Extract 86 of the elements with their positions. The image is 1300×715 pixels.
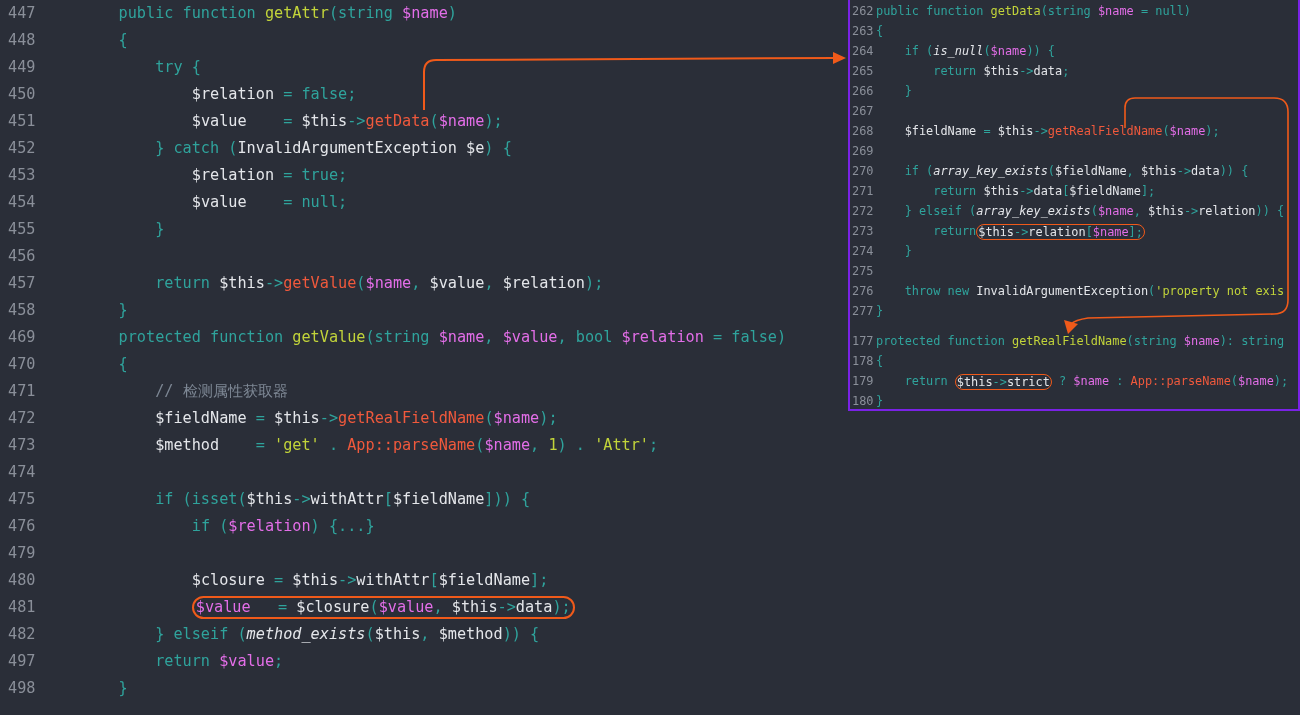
line-number: 275	[851, 263, 875, 281]
line-number: 482	[7, 624, 37, 646]
code-text: } elseif (method_exists($this, $method)) {	[155, 624, 540, 646]
line-number: 265	[851, 63, 875, 81]
code-text: // 检测属性获取器	[155, 381, 288, 403]
code-text: } elseif (array_key_exists($name, $this->relation)) {	[904, 203, 1285, 221]
code-text: protected function getValue(string $name, $value, bool $relation = false)	[118, 327, 787, 349]
code-text: return $this->data[$fieldName];	[933, 183, 1156, 201]
code-text: {	[876, 23, 884, 41]
line-number: 273	[851, 223, 875, 241]
line-number: 177	[851, 333, 875, 351]
line-number: 268	[851, 123, 875, 141]
code-text: $method = 'get' . App::parseName($name, 1) . 'Attr';	[155, 435, 659, 457]
line-number: 476	[7, 516, 37, 538]
line-number: 277	[851, 303, 875, 321]
line-number: 470	[7, 354, 37, 376]
code-text: if (is_null($name)) {	[904, 43, 1055, 61]
line-number: 178	[851, 353, 875, 371]
code-text: try {	[155, 57, 201, 79]
code-text: $closure = $this->withAttr[$fieldName];	[191, 570, 549, 592]
line-number: 449	[7, 57, 37, 79]
code-text: if (isset($this->withAttr[$fieldName])) {	[155, 489, 531, 511]
code-text: }	[904, 243, 912, 261]
line-number: 452	[7, 138, 37, 160]
line-number: 274	[851, 243, 875, 261]
code-text: }	[876, 393, 884, 409]
code-text: }	[155, 219, 165, 241]
line-number: 180	[851, 393, 875, 409]
line-number: 179	[851, 373, 875, 391]
code-text: if ($relation) {...}	[191, 516, 375, 538]
line-number: 497	[7, 651, 37, 673]
code-text: }	[118, 300, 128, 322]
line-number: 264	[851, 43, 875, 61]
line-number: 475	[7, 489, 37, 511]
line-number: 272	[851, 203, 875, 221]
code-text: return $this->getValue($name, $value, $relation);	[155, 273, 604, 295]
code-text: $relation = true;	[191, 165, 348, 187]
line-number: 456	[7, 246, 37, 268]
line-number: 447	[7, 3, 37, 25]
code-text: return	[933, 223, 977, 241]
code-text: {	[118, 30, 128, 52]
code-text: protected function getRealFieldName(string $name): string	[876, 333, 1285, 351]
code-text: ? $name : App::parseName($name);	[1058, 373, 1289, 391]
line-number: 471	[7, 381, 37, 403]
code-text: if (array_key_exists($fieldName, $this->data)) {	[904, 163, 1249, 181]
line-number: 474	[7, 462, 37, 484]
line-number: 263	[851, 23, 875, 41]
line-number: 450	[7, 84, 37, 106]
line-number: 481	[7, 597, 37, 619]
line-number: 457	[7, 273, 37, 295]
line-number: 469	[7, 327, 37, 349]
line-number: 276	[851, 283, 875, 301]
code-text: $value = null;	[191, 192, 348, 214]
line-number: 454	[7, 192, 37, 214]
code-text: } catch (InvalidArgumentException $e) {	[155, 138, 512, 160]
line-number: 479	[7, 543, 37, 565]
code-text: {	[118, 354, 128, 376]
code-text: return $this->data;	[933, 63, 1070, 81]
line-number: 458	[7, 300, 37, 322]
line-number: 473	[7, 435, 37, 457]
line-number: 269	[851, 143, 875, 161]
code-text: }	[876, 303, 884, 321]
code-text: public function getAttr(string $name)	[118, 3, 457, 25]
line-number: 472	[7, 408, 37, 430]
line-number: 455	[7, 219, 37, 241]
code-text: }	[904, 83, 912, 101]
code-text: return	[904, 373, 949, 391]
code-text: $fieldName = $this->getRealFieldName($name);	[904, 123, 1220, 141]
code-text: public function getData(string $name = null)	[876, 3, 1192, 21]
code-text: $value = $this->getData($name);	[191, 111, 503, 133]
code-text: throw new InvalidArgumentException('property not exis	[904, 283, 1285, 301]
line-number: 270	[851, 163, 875, 181]
code-text: $fieldName = $this->getRealFieldName($name);	[155, 408, 558, 430]
line-number: 266	[851, 83, 875, 101]
line-number: 498	[7, 678, 37, 700]
line-number: 451	[7, 111, 37, 133]
line-number: 480	[7, 570, 37, 592]
line-number: 453	[7, 165, 37, 187]
line-number: 262	[851, 3, 875, 21]
line-number: 267	[851, 103, 875, 121]
line-number: 271	[851, 183, 875, 201]
code-text: {	[876, 353, 884, 371]
line-number: 448	[7, 30, 37, 52]
code-text: return $value;	[155, 651, 284, 673]
code-text: }	[118, 678, 128, 700]
code-text: $relation = false;	[191, 84, 357, 106]
